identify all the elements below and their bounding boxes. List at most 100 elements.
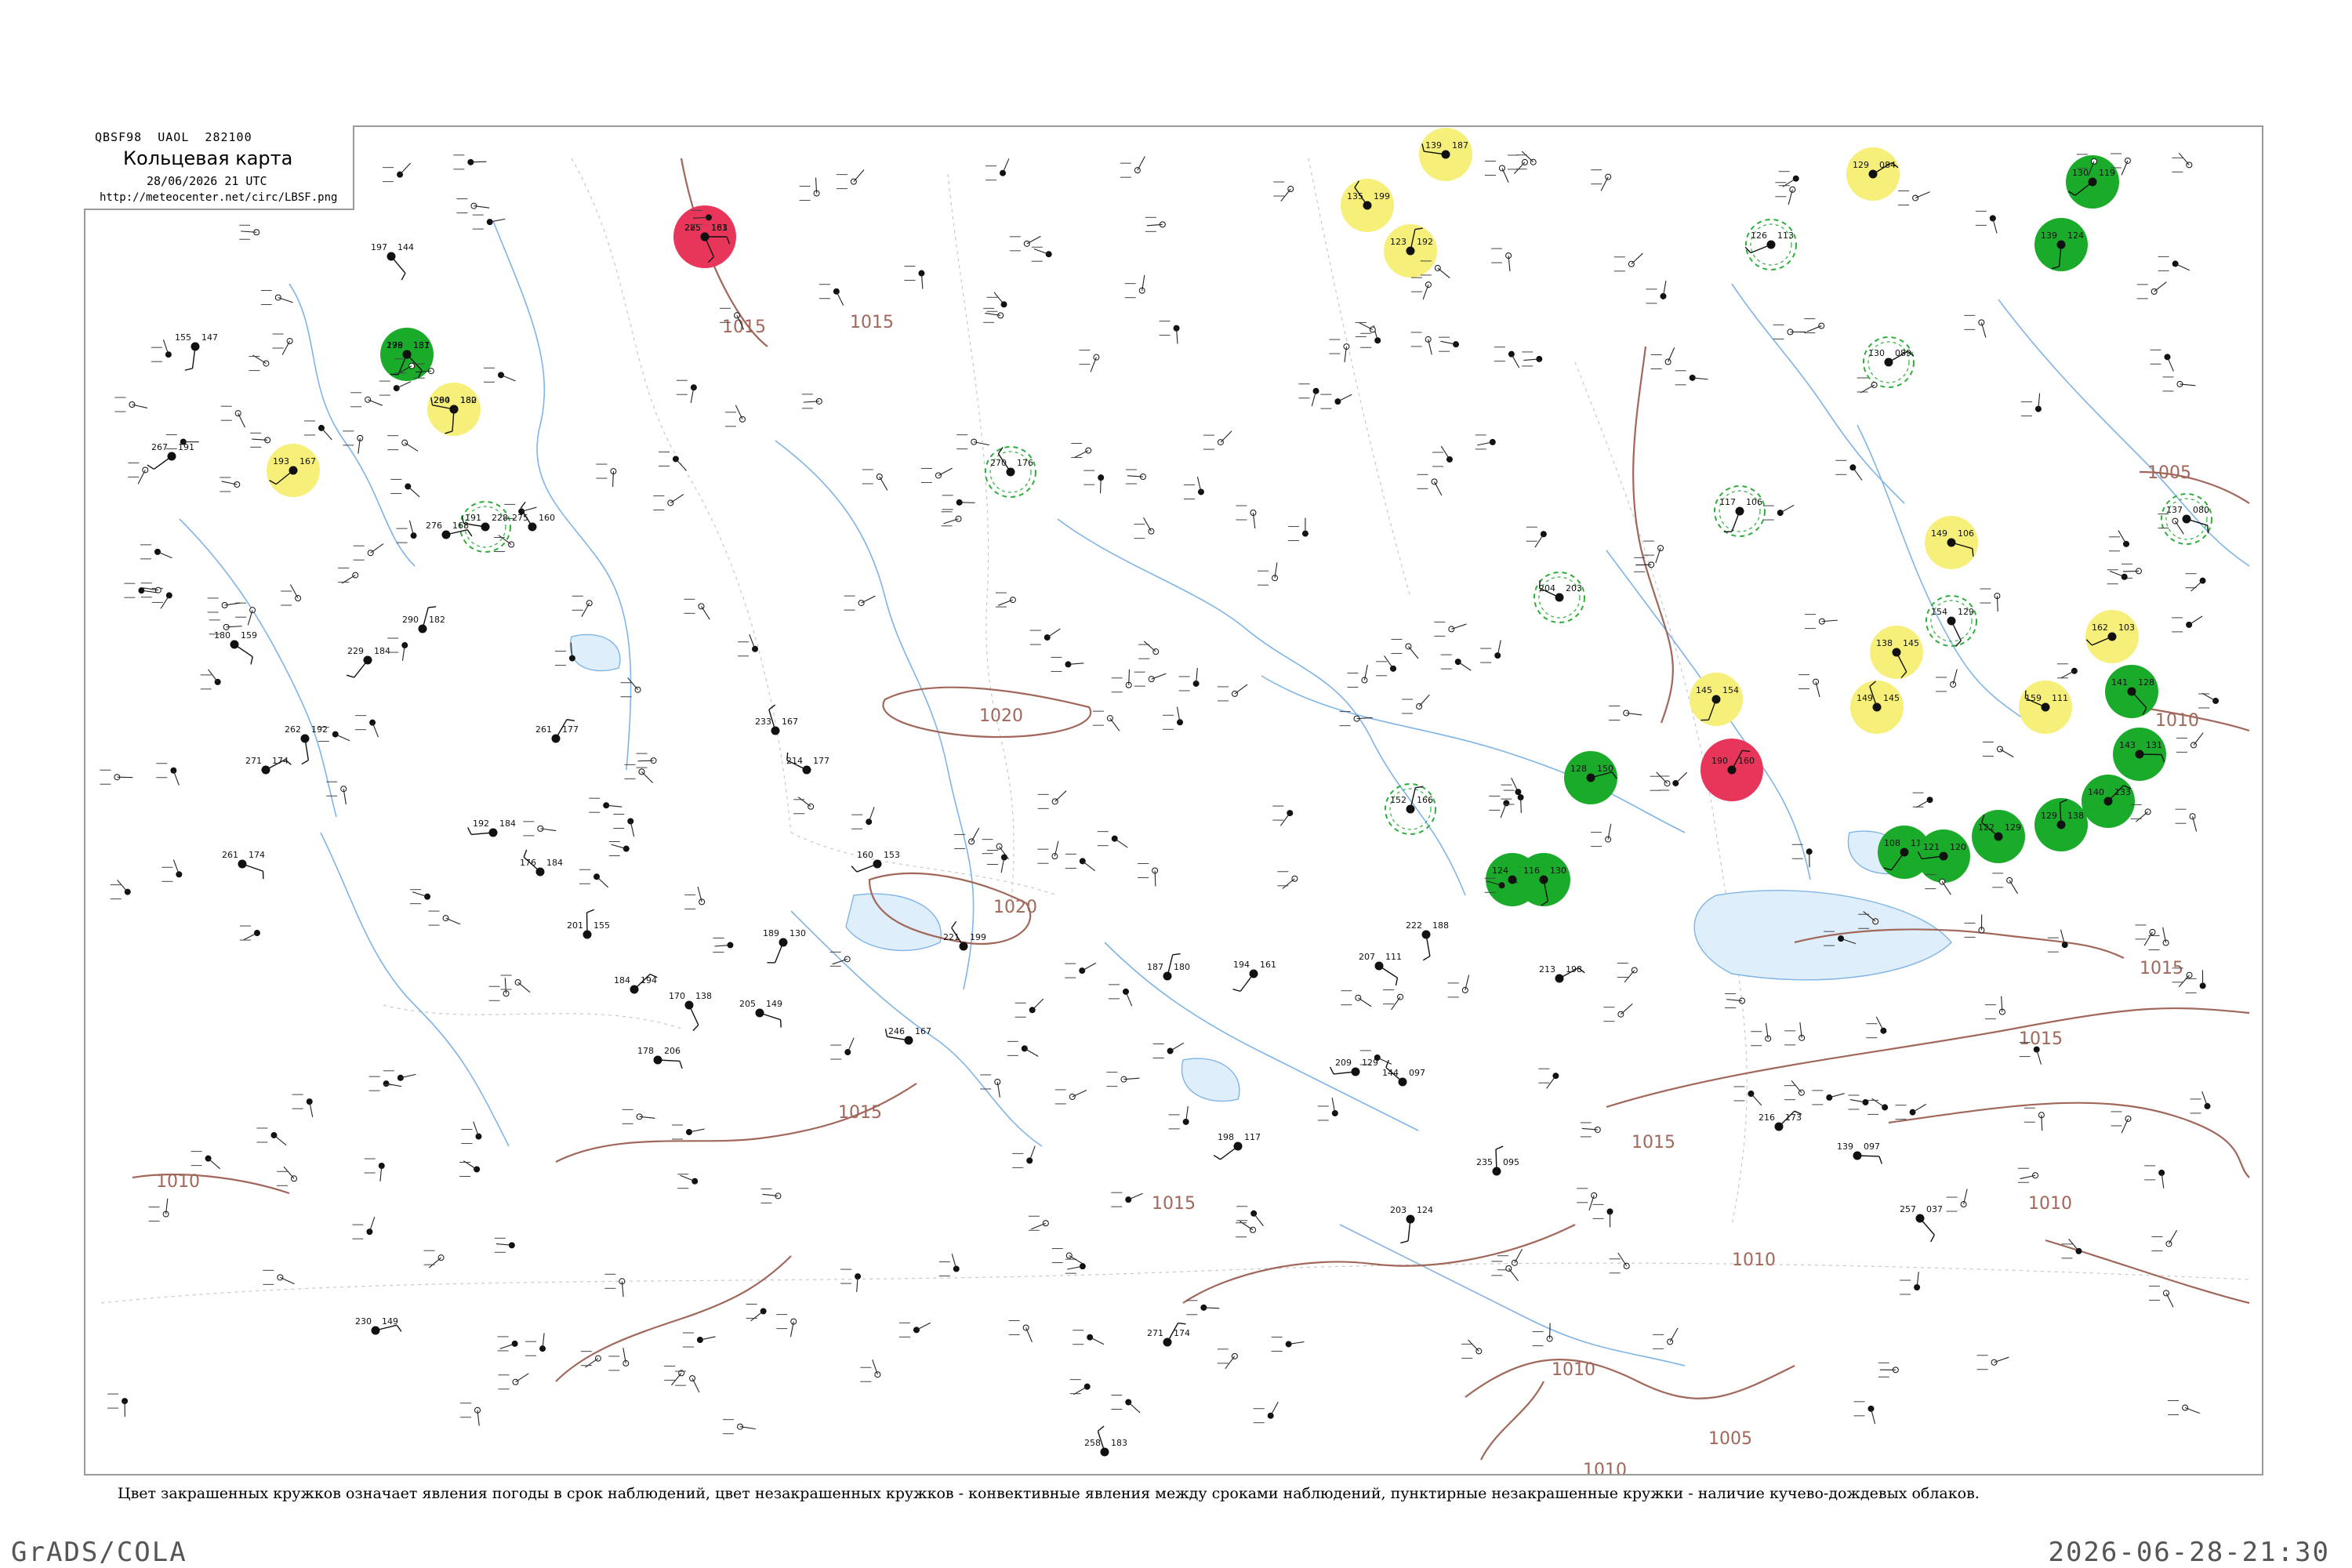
wind-barb — [1125, 991, 1133, 1007]
wind-barb — [1240, 973, 1254, 992]
station-pressure: 111 — [1385, 952, 1402, 962]
station-pressure: 182 — [429, 615, 445, 625]
wind-feather — [768, 704, 776, 710]
minor-station — [572, 595, 593, 617]
wind-barb — [993, 292, 1004, 305]
station-pressure: 129 — [1958, 607, 1974, 617]
minor-station — [860, 1359, 881, 1382]
wind-feather — [1422, 955, 1431, 961]
minor-station — [2162, 376, 2196, 392]
wind-barb — [1081, 962, 1097, 971]
wind-barb — [1026, 235, 1041, 245]
minor-station — [1108, 984, 1133, 1007]
station-temperature: 138 — [1876, 638, 1893, 648]
station-plot: 176 184 — [520, 849, 563, 877]
minor-station — [494, 1237, 515, 1253]
minor-station — [658, 451, 687, 471]
minor-station — [1784, 1080, 1805, 1101]
isobar-label: 1010 — [2155, 711, 2199, 731]
station-dot — [234, 410, 241, 417]
station-plot: 203 124 — [1390, 1205, 1433, 1244]
bulletin-codes: QBSF98 UAOL 282100 — [95, 130, 252, 144]
minor-station — [636, 753, 657, 768]
wind-feather — [1495, 1145, 1504, 1150]
minor-station — [1014, 998, 1044, 1018]
wind-barb — [1546, 1075, 1556, 1089]
station-pressure: 149 — [766, 999, 782, 1009]
station-dot — [401, 439, 408, 446]
wind-barb — [1500, 803, 1507, 818]
minor-station — [220, 477, 241, 492]
minor-station — [1376, 655, 1397, 677]
wind-barb — [1668, 347, 1675, 362]
minor-station — [1532, 1323, 1553, 1347]
station-pressure: 120 — [1950, 842, 1966, 852]
minor-station — [2111, 1111, 2132, 1134]
station-plot: 262 192 — [285, 724, 328, 765]
wind-barb — [1860, 384, 1875, 394]
station-temperature: 129 — [1853, 160, 1869, 170]
wind-barb — [280, 1276, 295, 1285]
wind-barb — [1871, 1098, 1886, 1108]
station-temperature: 235 — [1476, 1157, 1493, 1167]
wind-barb — [354, 659, 368, 678]
wind-barb — [836, 291, 844, 306]
minor-station — [1065, 853, 1095, 872]
minor-station — [1538, 1068, 1559, 1089]
wind-barb — [691, 1377, 700, 1393]
station-pressure: 097 — [1864, 1142, 1880, 1152]
station-pressure: 167 — [299, 456, 316, 466]
minor-station — [579, 869, 609, 888]
station-pressure: 184 — [546, 858, 563, 868]
station-pressure: 145 — [1883, 693, 1900, 703]
wind-feather — [401, 273, 406, 281]
station-temperature: 193 — [273, 456, 289, 466]
minor-station — [956, 434, 989, 450]
minor-station — [151, 339, 172, 362]
minor-station — [1603, 1003, 1633, 1022]
station-plot: 180 159 — [214, 630, 257, 665]
wind-barb — [641, 771, 654, 783]
minor-station — [801, 394, 822, 409]
station-plot: 204 203 — [1534, 572, 1585, 623]
wind-barb — [1151, 673, 1167, 680]
station-temperature: 123 — [1390, 237, 1406, 247]
station-dot — [277, 1274, 284, 1281]
station-temperature: 207 — [1359, 952, 1375, 962]
minor-station — [1976, 1355, 2009, 1370]
station-temperature: 130 — [2072, 168, 2089, 178]
minor-station — [1051, 656, 1084, 672]
minor-station — [1835, 459, 1863, 481]
minor-station — [1341, 990, 1372, 1007]
wind-barb — [1468, 1339, 1479, 1352]
isobar-label: 1005 — [2147, 463, 2191, 483]
isobar-label: 1015 — [838, 1103, 882, 1123]
minor-station — [1111, 1395, 1141, 1414]
wind-barb — [1154, 870, 1156, 887]
wind-barb — [1270, 1401, 1279, 1416]
station-plot: 209 129 — [1329, 1058, 1378, 1076]
minor-station — [682, 1332, 716, 1348]
station-temperature: 128 — [1570, 764, 1587, 774]
station-pressure: 138 — [695, 991, 712, 1001]
minor-station — [1501, 777, 1522, 800]
wind-feather — [586, 909, 595, 913]
station-dot — [1989, 215, 1996, 222]
wind-barb — [1501, 168, 1509, 183]
minor-station — [1591, 169, 1612, 191]
wind-barb — [1377, 1057, 1392, 1065]
station-temperature: 124 — [1492, 866, 1508, 876]
minor-station — [1898, 190, 1930, 205]
wind-feather — [851, 866, 858, 873]
minor-station — [983, 307, 1004, 323]
wind-feather — [1329, 1066, 1334, 1075]
minor-station — [1028, 1215, 1049, 1231]
station-plot: 190 160 — [1700, 739, 1763, 801]
station-pressure: 173 — [1785, 1112, 1802, 1123]
wind-barb — [1128, 1192, 1143, 1200]
minor-station — [671, 1124, 705, 1140]
station-dot — [1111, 835, 1118, 842]
wind-barb — [1282, 878, 1295, 889]
wind-barb — [1495, 1149, 1497, 1172]
wind-barb — [1912, 1103, 1926, 1113]
